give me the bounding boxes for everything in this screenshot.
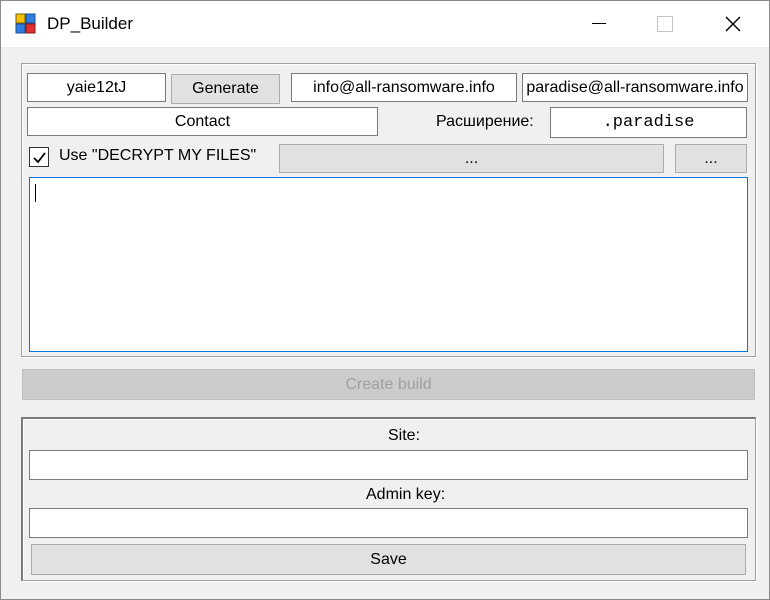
site-input[interactable] (29, 450, 748, 480)
text-caret (35, 184, 36, 202)
decrypt-path-button[interactable]: ... (279, 144, 664, 173)
minimize-button[interactable] (569, 1, 629, 47)
close-button[interactable] (703, 1, 763, 47)
maximize-button[interactable] (635, 1, 695, 47)
app-window: DP_Builder yaie12tJ Generate info@all-ra… (0, 0, 770, 600)
extension-value: .paradise (602, 113, 695, 132)
extension-label: Расширение: (436, 113, 534, 130)
message-textarea[interactable] (29, 177, 748, 352)
id-value: yaie12tJ (66, 78, 127, 96)
admin-key-input[interactable] (29, 508, 748, 538)
decrypt-checkbox[interactable] (29, 147, 49, 167)
app-grid-icon (15, 13, 37, 35)
email1-value: info@all-ransomware.info (313, 78, 495, 96)
email1-field[interactable]: info@all-ransomware.info (291, 73, 517, 102)
minimize-icon (592, 23, 606, 25)
email2-value: paradise@all-ransomware.info (526, 78, 744, 96)
contact-value: Contact (174, 112, 231, 130)
email2-field[interactable]: paradise@all-ransomware.info (522, 73, 748, 102)
window-title: DP_Builder (47, 14, 133, 33)
create-build-button[interactable]: Create build (22, 369, 755, 400)
site-label: Site: (388, 427, 421, 444)
contact-field[interactable]: Contact (27, 107, 378, 136)
decrypt-checkbox-label[interactable]: Use "DECRYPT MY FILES" (59, 147, 256, 165)
maximize-icon (657, 16, 673, 32)
admin-key-label: Admin key: (366, 486, 446, 503)
id-field[interactable]: yaie12tJ (27, 73, 166, 102)
title-bar[interactable]: DP_Builder (1, 1, 769, 47)
browse-button[interactable]: ... (675, 144, 747, 173)
extension-field[interactable]: .paradise (550, 107, 747, 138)
generate-button[interactable]: Generate (171, 74, 280, 104)
save-button[interactable]: Save (31, 544, 746, 575)
close-icon (725, 16, 741, 32)
